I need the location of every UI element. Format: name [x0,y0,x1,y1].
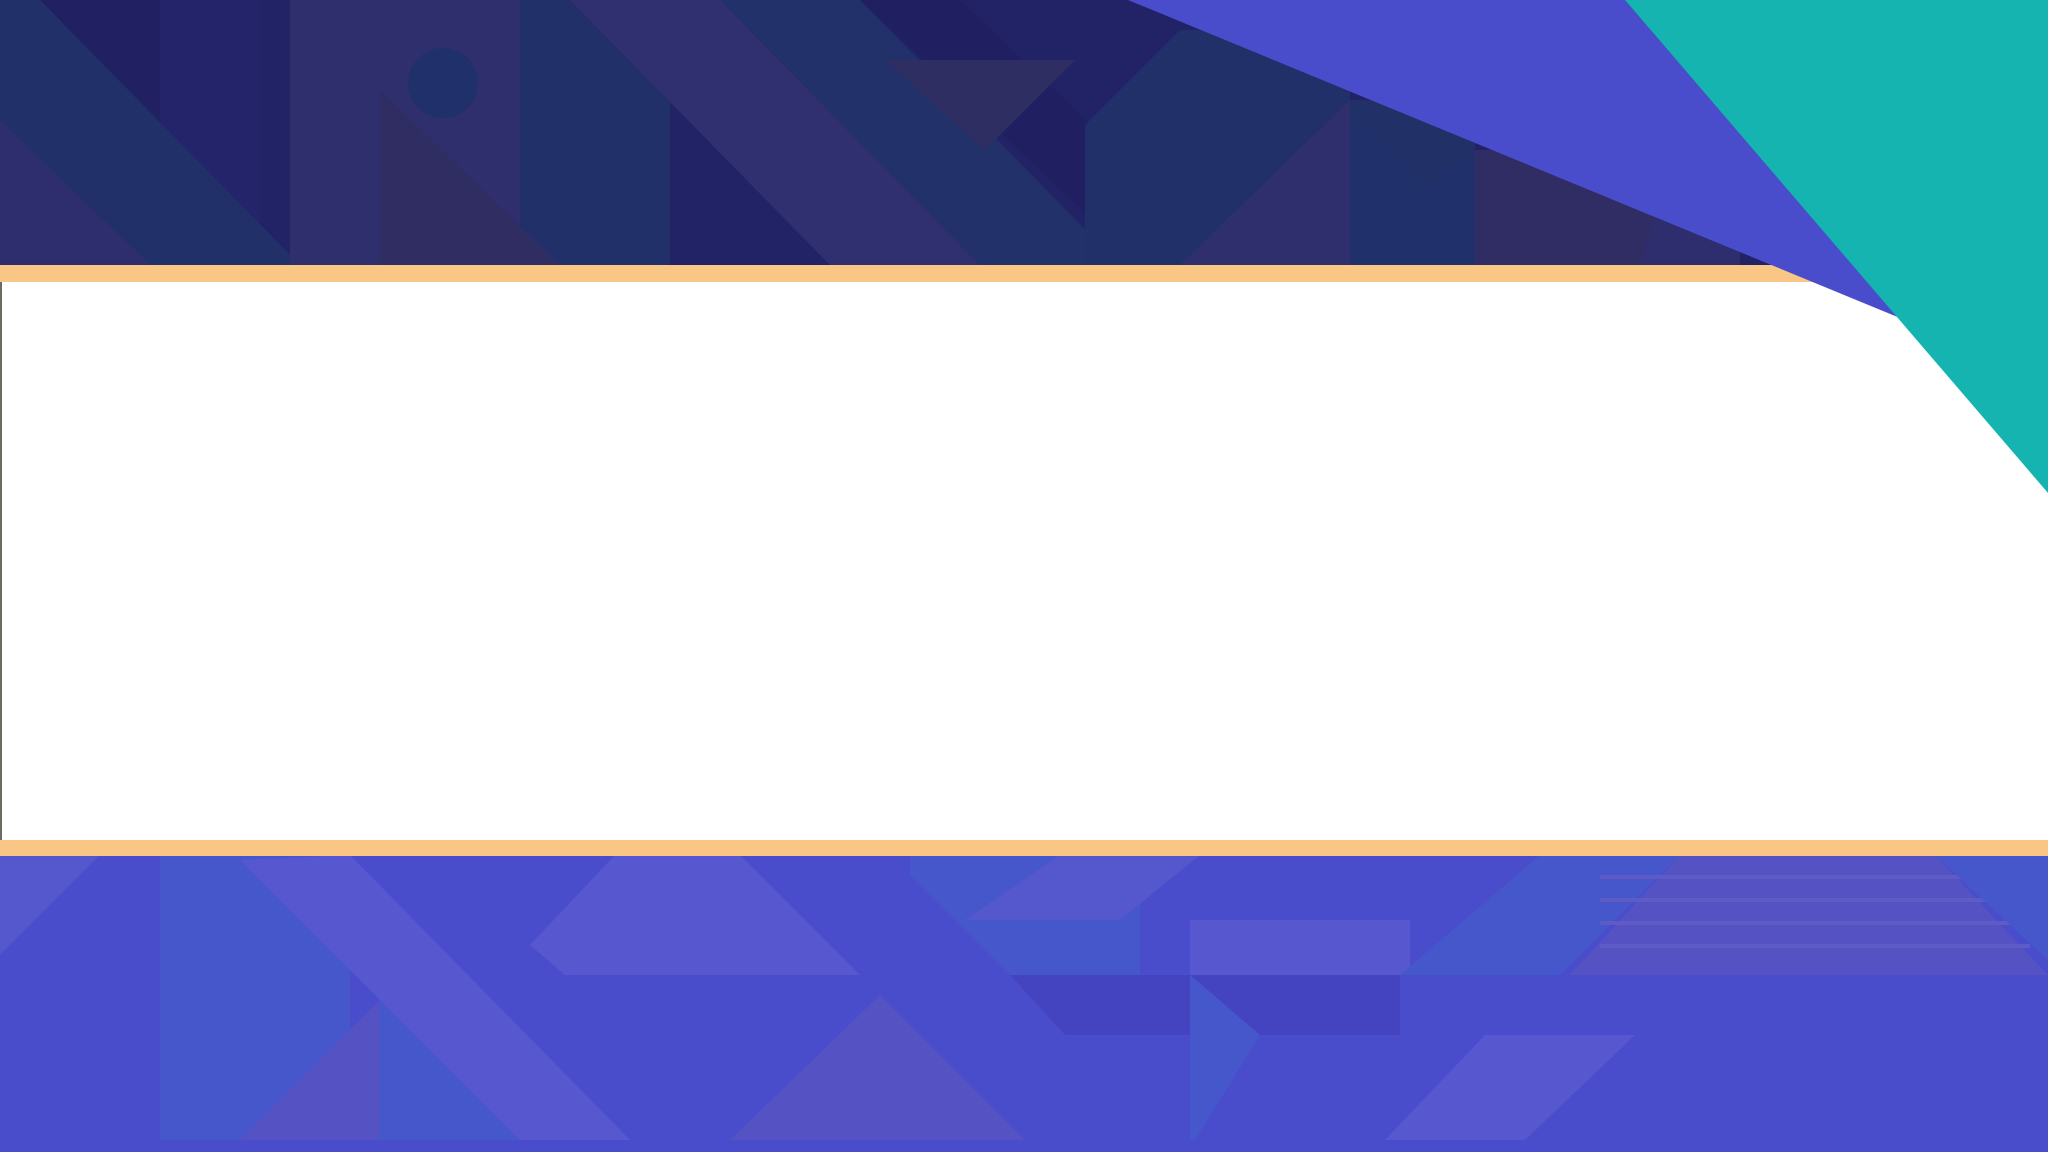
content-panel-edge [0,282,2,840]
bottom-pattern-band [0,855,2048,1152]
bottom-accent-stripe [0,840,2048,856]
content-panel [0,282,2048,840]
slide-canvas [0,0,2048,1152]
top-accent-stripe [0,265,2048,282]
